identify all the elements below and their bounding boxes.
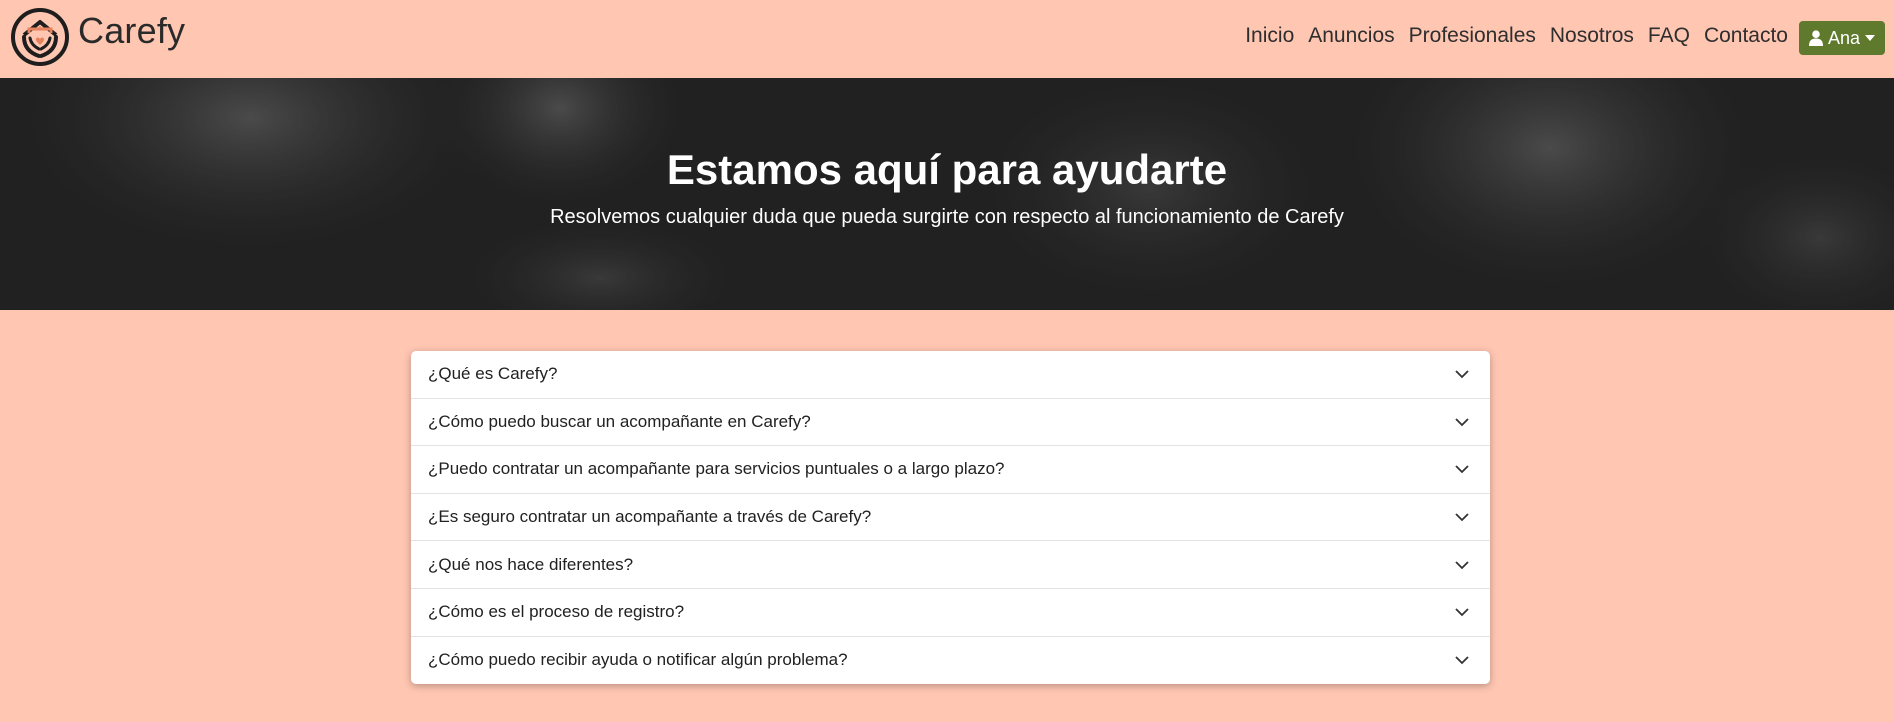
user-icon — [1808, 30, 1823, 46]
faq-question: ¿Cómo puedo recibir ayuda o notificar al… — [428, 650, 848, 670]
hero-banner: Estamos aquí para ayudarte Resolvemos cu… — [0, 78, 1894, 310]
faq-question: ¿Qué es Carefy? — [428, 364, 558, 384]
caret-down-icon — [1865, 35, 1876, 41]
brand-name: Carefy — [78, 10, 186, 51]
hero-background-image — [0, 78, 1894, 310]
faq-item[interactable]: ¿Es seguro contratar un acompañante a tr… — [411, 494, 1490, 542]
nav-link-anuncios[interactable]: Anuncios — [1308, 24, 1394, 48]
faq-question: ¿Es seguro contratar un acompañante a tr… — [428, 507, 872, 527]
faq-question: ¿Cómo es el proceso de registro? — [428, 602, 685, 622]
user-menu-button[interactable]: Ana — [1799, 21, 1885, 55]
nav-link-faq[interactable]: FAQ — [1648, 24, 1690, 48]
nav-link-profesionales[interactable]: Profesionales — [1409, 24, 1536, 48]
chevron-down-icon — [1455, 370, 1469, 379]
faq-item[interactable]: ¿Qué nos hace diferentes? — [411, 541, 1490, 589]
hero-subtitle: Resolvemos cualquier duda que pueda surg… — [550, 206, 1344, 228]
faq-accordion: ¿Qué es Carefy? ¿Cómo puedo buscar un ac… — [411, 351, 1490, 684]
chevron-down-icon — [1455, 418, 1469, 427]
navbar: Carefy Inicio Anuncios Profesionales Nos… — [0, 0, 1894, 78]
user-name: Ana — [1827, 27, 1861, 48]
faq-item[interactable]: ¿Cómo puedo recibir ayuda o notificar al… — [411, 637, 1490, 684]
chevron-down-icon — [1455, 561, 1469, 569]
chevron-down-icon — [1455, 608, 1469, 617]
chevron-down-icon — [1455, 465, 1469, 474]
hero-title: Estamos aquí para ayudarte — [666, 146, 1228, 193]
brand[interactable]: Carefy — [10, 7, 185, 67]
chevron-down-icon — [1455, 513, 1469, 522]
house-hands-logo-icon — [11, 8, 69, 66]
main-nav: Inicio Anuncios Profesionales Nosotros F… — [1231, 24, 1788, 48]
faq-item[interactable]: ¿Qué es Carefy? — [411, 351, 1490, 399]
chevron-down-icon — [1455, 656, 1469, 665]
faq-item[interactable]: ¿Cómo puedo buscar un acompañante en Car… — [411, 399, 1490, 447]
faq-question: ¿Cómo puedo buscar un acompañante en Car… — [428, 411, 811, 431]
nav-link-contacto[interactable]: Contacto — [1704, 24, 1788, 48]
nav-link-nosotros[interactable]: Nosotros — [1550, 24, 1634, 48]
faq-question: ¿Puedo contratar un acompañante para ser… — [428, 459, 1005, 479]
faq-item[interactable]: ¿Puedo contratar un acompañante para ser… — [411, 446, 1490, 494]
faq-question: ¿Qué nos hace diferentes? — [428, 554, 634, 574]
faq-item[interactable]: ¿Cómo es el proceso de registro? — [411, 589, 1490, 637]
nav-link-inicio[interactable]: Inicio — [1245, 24, 1294, 48]
